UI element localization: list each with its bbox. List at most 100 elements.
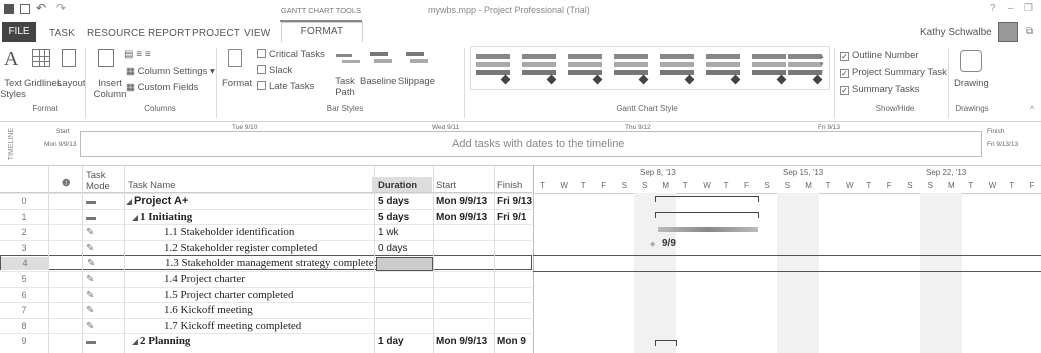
column-header-mode[interactable]: Task Mode	[86, 170, 120, 192]
format-button[interactable]: Format	[222, 78, 252, 89]
task-name[interactable]: 1.5 Project charter completed	[164, 289, 294, 302]
milestone-icon[interactable]: ◆	[650, 240, 655, 248]
row-id[interactable]: 6	[0, 289, 48, 302]
task-finish[interactable]: Fri 9/1	[497, 211, 526, 224]
task-name[interactable]: 1 Initiating	[140, 211, 192, 224]
task-duration[interactable]: 1 day	[378, 335, 404, 348]
task-name[interactable]: 1.2 Stakeholder register completed	[164, 242, 317, 255]
baseline-button[interactable]: Baseline	[360, 76, 396, 87]
task-start[interactable]: Mon 9/9/13	[436, 211, 487, 224]
help-icon[interactable]: ?	[990, 3, 996, 14]
timeline-placeholder[interactable]: Add tasks with dates to the timeline	[452, 138, 624, 150]
collapse-icon[interactable]: ◢	[132, 335, 138, 348]
gantt-style-option[interactable]	[704, 50, 744, 85]
custom-fields-button[interactable]: ▦ Custom Fields	[126, 82, 198, 93]
outline-number-checkbox[interactable]: ✓ Outline Number	[840, 50, 919, 61]
gantt-style-option[interactable]	[474, 50, 514, 85]
insert-column-button[interactable]: Insert Column	[89, 78, 131, 100]
avatar[interactable]	[998, 22, 1018, 42]
row-id[interactable]: 7	[0, 304, 48, 317]
tab-view[interactable]: VIEW	[244, 28, 270, 39]
tab-format[interactable]: FORMAT	[281, 22, 363, 42]
summary-bar-planning[interactable]	[655, 340, 677, 346]
text-styles-button[interactable]: Text Styles	[0, 78, 26, 100]
table-row[interactable]: 2 ✎ 1.1 Stakeholder identification 1 wk	[0, 224, 532, 239]
table-row[interactable]: 9 ▬ ◢ 2 Planning 1 day Mon 9/9/13 Mon 9	[0, 333, 532, 348]
gantt-style-option[interactable]	[750, 50, 790, 85]
row-id[interactable]: 3	[0, 242, 48, 255]
column-header-name[interactable]: Task Name	[128, 180, 176, 191]
table-row[interactable]: 1 ▬ ◢ 1 Initiating 5 days Mon 9/9/13 Fri 9/1	[0, 209, 532, 224]
table-row[interactable]: 6 ✎ 1.5 Project charter completed	[0, 287, 532, 302]
row-id[interactable]: 0	[0, 195, 48, 208]
task-name[interactable]: 2 Planning	[140, 335, 190, 348]
tab-project[interactable]: PROJECT	[192, 28, 240, 39]
task-name[interactable]: 1.3 Stakeholder management strategy comp…	[165, 257, 379, 270]
task-duration[interactable]: 5 days	[378, 195, 409, 208]
tab-file[interactable]: FILE	[2, 22, 36, 42]
row-id[interactable]: 8	[0, 320, 48, 333]
task-finish[interactable]: Mon 9	[497, 335, 526, 348]
tab-resource[interactable]: RESOURCE	[87, 28, 145, 39]
info-icon[interactable]: ❶	[62, 178, 71, 189]
drawing-button[interactable]: Drawing	[954, 78, 989, 89]
gantt-style-option[interactable]	[520, 50, 560, 85]
gantt-style-option[interactable]	[658, 50, 698, 85]
task-name[interactable]: Project A+	[134, 195, 188, 208]
table-row[interactable]: 0 ▬ ◢ Project A+ 5 days Mon 9/9/13 Fri 9/13	[0, 193, 532, 208]
redo-icon[interactable]: ↷	[56, 1, 66, 15]
task-name[interactable]: 1.4 Project charter	[164, 273, 245, 286]
gallery-scroll-icons[interactable]: ▴ ▾ ▿	[820, 52, 824, 76]
row-id[interactable]: 2	[0, 226, 48, 239]
task-path-button[interactable]: Task Path	[330, 76, 360, 98]
row-id[interactable]: 5	[0, 273, 48, 286]
tab-report[interactable]: REPORT	[148, 28, 191, 39]
save-icon[interactable]	[20, 4, 30, 14]
table-row[interactable]: 3 ✎ 1.2 Stakeholder register completed 0 da…	[0, 240, 532, 255]
table-row[interactable]: 4 ✎ 1.3 Stakeholder management strategy co…	[0, 255, 532, 271]
task-name[interactable]: 1.7 Kickoff meeting completed	[164, 320, 301, 333]
task-bar-manual[interactable]	[658, 227, 758, 232]
task-finish[interactable]: Fri 9/13	[497, 195, 532, 208]
task-duration[interactable]: 0 days	[378, 242, 407, 255]
minimize-icon[interactable]: –	[1008, 3, 1014, 14]
gantt-style-option[interactable]	[612, 50, 652, 85]
table-row[interactable]: 7 ✎ 1.6 Kickoff meeting	[0, 302, 532, 317]
format-icon[interactable]	[228, 49, 242, 67]
row-id[interactable]: 1	[0, 211, 48, 224]
column-header-finish[interactable]: Finish	[497, 180, 522, 191]
restore-icon[interactable]: ❐	[1024, 3, 1033, 14]
column-header-duration[interactable]: Duration	[378, 180, 417, 191]
project-summary-task-checkbox[interactable]: ✓ Project Summary Task	[840, 67, 947, 78]
collapse-ribbon-icon[interactable]: ^	[1030, 104, 1034, 114]
ribbon-display-icon[interactable]: ⧉	[1026, 26, 1033, 37]
row-id[interactable]: 9	[0, 335, 48, 348]
table-row[interactable]: 8 ✎ 1.7 Kickoff meeting completed	[0, 318, 532, 333]
slack-checkbox[interactable]: Slack	[257, 65, 292, 76]
slippage-icon[interactable]	[406, 50, 428, 66]
undo-icon[interactable]: ↶	[36, 1, 46, 15]
collapse-icon[interactable]: ◢	[126, 195, 132, 208]
summary-tasks-checkbox[interactable]: ✓ Summary Tasks	[840, 84, 919, 95]
task-path-icon[interactable]	[336, 52, 360, 66]
task-duration[interactable]: 5 days	[378, 211, 409, 224]
user-name[interactable]: Kathy Schwalbe	[920, 27, 992, 38]
slippage-button[interactable]: Slippage	[398, 76, 435, 87]
task-name[interactable]: 1.1 Stakeholder identification	[164, 226, 294, 239]
gridlines-button[interactable]: Gridlines	[24, 78, 62, 89]
tab-task[interactable]: TASK	[49, 28, 75, 39]
gantt-style-option[interactable]	[566, 50, 606, 85]
text-styles-icon[interactable]: A	[4, 48, 18, 71]
task-start[interactable]: Mon 9/9/13	[436, 335, 487, 348]
column-settings-button[interactable]: ▦ Column Settings ▾	[126, 66, 215, 77]
summary-bar-project[interactable]	[655, 196, 759, 202]
task-name[interactable]: 1.6 Kickoff meeting	[164, 304, 253, 317]
drawing-icon[interactable]	[960, 50, 982, 72]
row-id[interactable]: 4	[1, 257, 49, 270]
align-icons[interactable]: ▤ ≡ ≡	[124, 49, 151, 60]
layout-icon[interactable]	[62, 49, 76, 67]
collapse-icon[interactable]: ◢	[132, 211, 138, 224]
critical-tasks-checkbox[interactable]: Critical Tasks	[257, 49, 325, 60]
column-header-start[interactable]: Start	[436, 180, 456, 191]
task-duration[interactable]: 1 wk	[378, 226, 399, 239]
